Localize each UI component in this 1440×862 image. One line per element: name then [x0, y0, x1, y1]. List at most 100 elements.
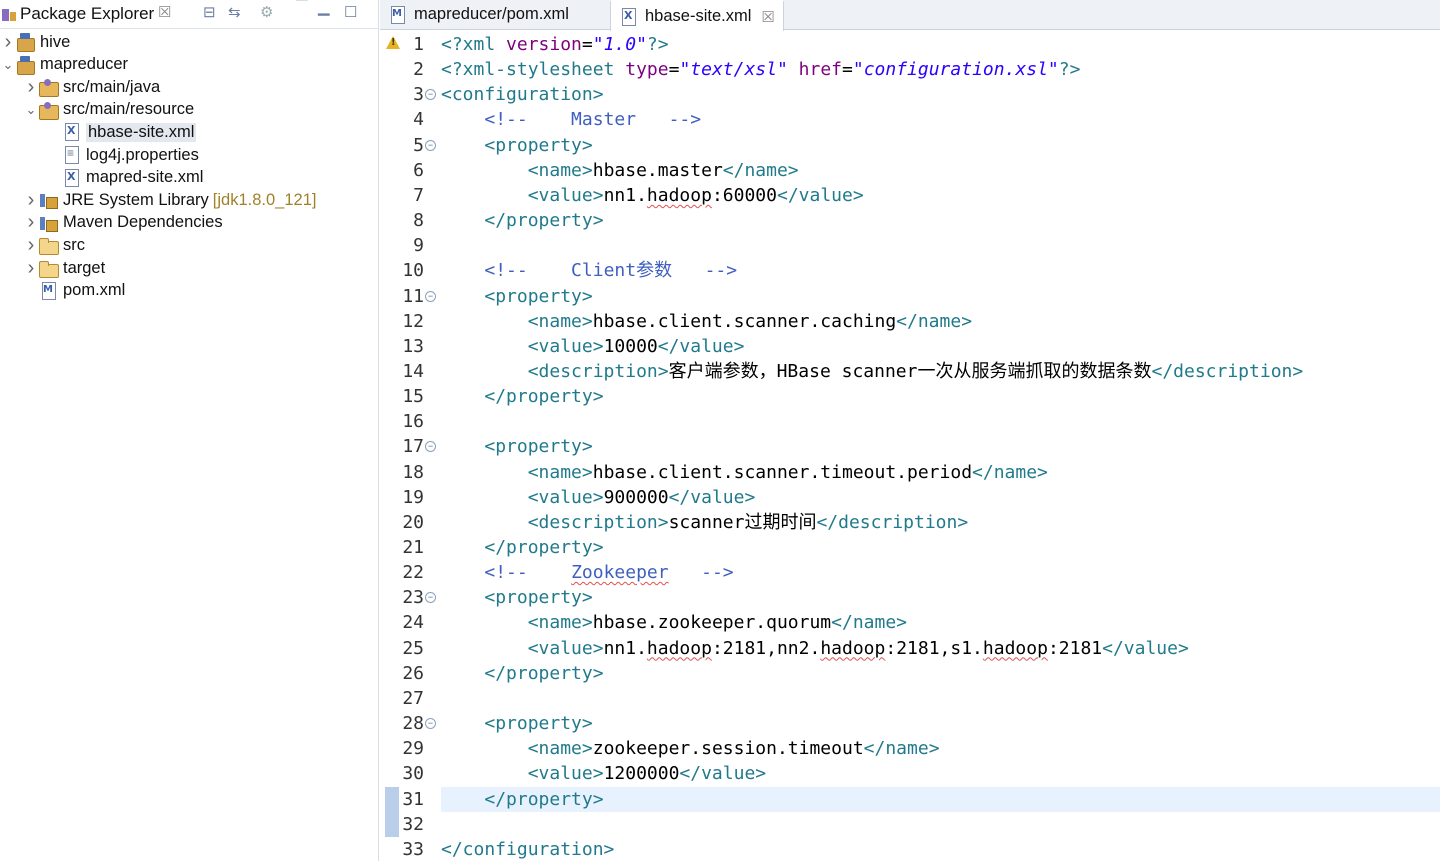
line-number: 31 [402, 788, 424, 810]
code-line[interactable]: </property> [441, 384, 1440, 409]
code-token: <description> [527, 360, 669, 382]
code-line[interactable]: <property> [441, 585, 1440, 610]
package-explorer-view: Package Explorer ☒ ⊟ ⇆ ⚙ ▔ ▁ ☐ › hive ⌄ map… [0, 0, 379, 861]
code-line[interactable]: <property> [441, 711, 1440, 736]
tree-item[interactable]: › hive [0, 31, 71, 54]
chevron-right-icon[interactable]: › [23, 211, 39, 234]
tree-item[interactable]: › target [23, 257, 106, 280]
code-line[interactable]: <value>nn1.hadoop:2181,nn2.hadoop:2181,s… [441, 636, 1440, 661]
code-line[interactable]: </property> [441, 786, 1440, 812]
code-token: href [798, 59, 843, 81]
tree-item[interactable]: › src/main/java [23, 76, 161, 99]
code-token: scanner过期时间 [668, 511, 817, 533]
tree-item-label: pom.xml [63, 281, 126, 300]
tree-item[interactable]: › src [23, 234, 85, 256]
code-line[interactable]: <name>hbase.client.scanner.timeout.perio… [441, 460, 1440, 485]
line-number: 11 [402, 285, 424, 307]
code-line[interactable]: <!-- Zookeeper --> [441, 560, 1440, 585]
tree-item[interactable]: pom.xml [23, 280, 125, 302]
chevron-right-icon[interactable]: › [23, 234, 39, 257]
line-number: 13 [402, 335, 424, 357]
code-line[interactable] [441, 233, 1440, 258]
code-line[interactable]: <name>zookeeper.session.timeout</name> [441, 736, 1440, 761]
code-token: Zookeeper [571, 562, 669, 584]
code-line[interactable]: <value>900000</value> [441, 485, 1440, 510]
code-line[interactable]: <property> [441, 284, 1440, 309]
line-number: 33 [402, 838, 424, 860]
link-with-editor-icon[interactable]: ⇆ [228, 3, 241, 21]
view-menu-icon[interactable]: ⚙ [260, 3, 273, 21]
code-line[interactable]: <property> [441, 133, 1440, 158]
code-token: hbase.zookeeper.quorum [592, 612, 832, 634]
code-line[interactable]: <name>hbase.zookeeper.quorum</name> [441, 610, 1440, 635]
code-line[interactable]: </configuration> [441, 837, 1440, 862]
chevron-down-icon[interactable]: ⌄ [0, 57, 16, 73]
minimize-icon[interactable]: ▔ [296, 0, 308, 16]
tree-item[interactable]: ⌄ src/main/resource [23, 99, 194, 121]
fold-toggle-icon[interactable]: − [425, 89, 436, 101]
tab-hbase-site-xml[interactable]: hbase-site.xml ☒ [610, 0, 784, 31]
code-line[interactable]: <!-- Client参数 --> [441, 258, 1440, 283]
code-line[interactable]: <name>hbase.master</name> [441, 158, 1440, 183]
package-explorer-title: Package Explorer [20, 4, 155, 23]
code-token: <configuration> [441, 84, 604, 106]
code-line[interactable]: </property> [441, 535, 1440, 560]
fold-toggle-icon[interactable]: − [425, 139, 436, 151]
code-line[interactable] [441, 686, 1440, 711]
tab-pom-xml[interactable]: mapreducer/pom.xml [388, 0, 569, 29]
xml-file-icon [62, 168, 82, 187]
code-line[interactable] [441, 409, 1440, 434]
code-token: </value> [657, 335, 745, 357]
code-line[interactable]: <configuration> [441, 82, 1440, 107]
fold-toggle-icon[interactable]: − [425, 441, 436, 453]
code-token: </property> [484, 537, 604, 558]
code-token: </value> [1102, 637, 1189, 659]
line-number: 9 [413, 235, 424, 257]
chevron-right-icon[interactable]: › [23, 257, 39, 280]
code-line[interactable]: <property> [441, 434, 1440, 459]
code-line[interactable]: <?xml-stylesheet type="text/xsl" href="c… [441, 57, 1440, 82]
maximize-icon[interactable]: ☐ [344, 3, 357, 21]
code-line[interactable]: <!-- Master --> [441, 107, 1440, 132]
code-line[interactable]: <description>客户端参数，HBase scanner一次从服务端抓取… [441, 359, 1440, 384]
code-line[interactable]: <description>scanner过期时间</description> [441, 510, 1440, 535]
xml-file-icon [619, 7, 639, 26]
tree-item[interactable]: log4j.properties [46, 144, 199, 166]
close-icon[interactable]: ☒ [158, 3, 171, 21]
code-token: <value> [527, 184, 604, 206]
code-line[interactable]: <value>nn1.hadoop:60000</value> [441, 183, 1440, 208]
tree-item[interactable]: › JRE System Library [jdk1.8.0_121] [23, 189, 317, 212]
code-line[interactable] [441, 812, 1440, 837]
chevron-right-icon[interactable]: › [23, 76, 39, 99]
fold-toggle-icon[interactable]: − [425, 718, 436, 730]
code-line[interactable]: <value>10000</value> [441, 334, 1440, 359]
code-token: hadoop [820, 637, 886, 659]
code-line[interactable]: <name>hbase.client.scanner.caching</name… [441, 309, 1440, 334]
fold-toggle-icon[interactable]: − [425, 592, 436, 604]
tree-item[interactable]: hbase-site.xml [46, 121, 197, 143]
code-line[interactable]: </property> [441, 661, 1440, 686]
tree-item-label: log4j.properties [86, 145, 199, 164]
package-explorer-tab[interactable]: Package Explorer ☒ ⊟ ⇆ ⚙ ▔ ▁ ☐ [0, 0, 378, 29]
code-token: <name> [527, 612, 593, 634]
code-line[interactable]: </property> [441, 208, 1440, 233]
tree-item[interactable]: ⌄ mapreducer [0, 54, 128, 76]
code-token: hbase.client.scanner.timeout.period [592, 461, 973, 483]
close-icon[interactable]: ☒ [761, 8, 774, 26]
minimize-icon[interactable]: ▁ [318, 0, 330, 16]
chevron-right-icon[interactable]: › [23, 189, 39, 212]
code-line[interactable]: <?xml version="1.0"?> [441, 32, 1440, 57]
fold-toggle-icon[interactable]: − [425, 290, 436, 302]
tree-item[interactable]: mapred-site.xml [46, 167, 203, 189]
code-line[interactable]: <value>1200000</value> [441, 761, 1440, 786]
line-number: 5 [413, 134, 424, 156]
collapse-all-icon[interactable]: ⊟ [203, 3, 216, 21]
tree-item[interactable]: › Maven Dependencies [23, 211, 223, 234]
code-token: --> [668, 562, 734, 584]
chevron-right-icon[interactable]: › [0, 31, 16, 54]
chevron-down-icon[interactable]: ⌄ [23, 102, 39, 118]
